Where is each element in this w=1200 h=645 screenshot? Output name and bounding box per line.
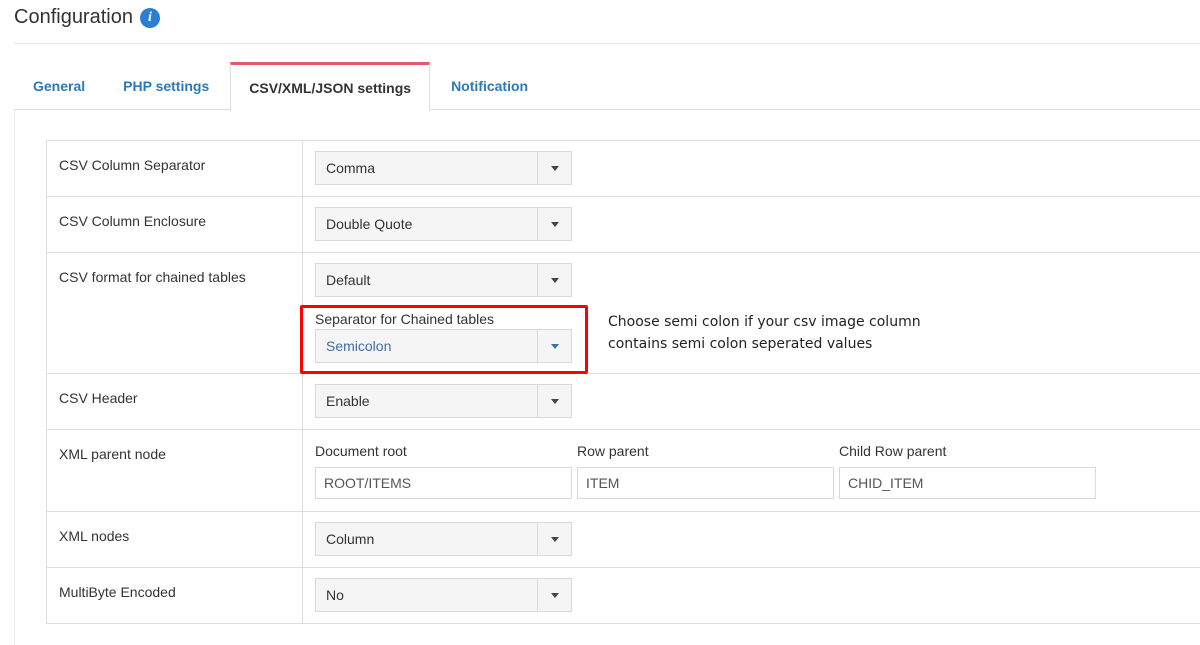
header-divider xyxy=(14,43,1200,44)
dropdown-toggle[interactable] xyxy=(537,330,571,362)
row-csv-chained-format: CSV format for chained tables Default Se… xyxy=(46,252,1200,374)
multibyte-encoded-select[interactable]: No xyxy=(315,578,572,612)
row-csv-column-enclosure: CSV Column Enclosure Double Quote xyxy=(46,196,1200,253)
dropdown-toggle[interactable] xyxy=(537,264,571,296)
xml-parent-node-label: XML parent node xyxy=(46,429,303,512)
info-icon[interactable]: i xyxy=(139,7,160,28)
caret-down-icon xyxy=(550,165,559,171)
select-value: No xyxy=(326,587,344,603)
caret-down-icon xyxy=(550,343,559,349)
settings-panel: CSV Column Separator Comma CSV Column En… xyxy=(14,110,1200,645)
dropdown-toggle[interactable] xyxy=(537,523,571,555)
caret-down-icon xyxy=(550,536,559,542)
tab-bar: General PHP settings CSV/XML/JSON settin… xyxy=(14,62,1200,111)
document-root-input[interactable] xyxy=(315,467,572,499)
row-xml-parent-node: XML parent node Document root Row parent… xyxy=(46,429,1200,512)
child-row-parent-input[interactable] xyxy=(839,467,1096,499)
settings-table: CSV Column Separator Comma CSV Column En… xyxy=(46,140,1200,624)
annotation-note: Choose semi colon if your csv image colu… xyxy=(608,314,921,352)
select-value: Column xyxy=(326,531,375,547)
caret-down-icon xyxy=(550,221,559,227)
row-parent-input[interactable] xyxy=(577,467,834,499)
page-title: Configuration xyxy=(14,6,133,28)
csv-column-separator-select[interactable]: Comma xyxy=(315,151,572,185)
dropdown-toggle[interactable] xyxy=(537,579,571,611)
select-value: Comma xyxy=(326,160,376,176)
row-xml-nodes: XML nodes Column xyxy=(46,511,1200,568)
xml-parent-node-fields: Document root Row parent Child Row paren… xyxy=(315,443,1193,499)
dropdown-toggle[interactable] xyxy=(537,208,571,240)
row-parent-label: Row parent xyxy=(577,443,649,459)
dropdown-toggle[interactable] xyxy=(537,385,571,417)
select-value: Semicolon xyxy=(326,338,392,354)
csv-column-enclosure-label: CSV Column Enclosure xyxy=(46,196,303,253)
chained-separator-group: Separator for Chained tables Semicolon C… xyxy=(300,305,1193,374)
dropdown-toggle[interactable] xyxy=(537,152,571,184)
tab-notification[interactable]: Notification xyxy=(432,62,547,110)
caret-down-icon xyxy=(550,592,559,598)
chained-separator-select[interactable]: Semicolon xyxy=(315,329,572,363)
row-multibyte-encoded: MultiByte Encoded No xyxy=(46,567,1200,624)
csv-header-select[interactable]: Enable xyxy=(315,384,572,418)
tab-general[interactable]: General xyxy=(14,62,104,110)
xml-nodes-label: XML nodes xyxy=(46,511,303,568)
row-csv-header: CSV Header Enable xyxy=(46,373,1200,430)
row-csv-column-separator: CSV Column Separator Comma xyxy=(46,140,1200,197)
xml-nodes-select[interactable]: Column xyxy=(315,522,572,556)
csv-header-label: CSV Header xyxy=(46,373,303,430)
document-root-label: Document root xyxy=(315,443,407,459)
select-value: Enable xyxy=(326,393,370,409)
tab-csv-xml-json-settings[interactable]: CSV/XML/JSON settings xyxy=(230,62,431,111)
csv-chained-format-select[interactable]: Default xyxy=(315,263,572,297)
csv-column-enclosure-select[interactable]: Double Quote xyxy=(315,207,572,241)
tab-php-settings[interactable]: PHP settings xyxy=(104,62,228,110)
child-row-parent-label: Child Row parent xyxy=(839,443,947,459)
select-value: Double Quote xyxy=(326,216,413,232)
caret-down-icon xyxy=(550,398,559,404)
csv-chained-format-label: CSV format for chained tables xyxy=(46,252,303,374)
caret-down-icon xyxy=(550,277,559,283)
multibyte-encoded-label: MultiByte Encoded xyxy=(46,567,303,624)
select-value: Default xyxy=(326,272,371,288)
page-header: Configuration i xyxy=(14,6,160,29)
csv-column-separator-label: CSV Column Separator xyxy=(46,140,303,197)
